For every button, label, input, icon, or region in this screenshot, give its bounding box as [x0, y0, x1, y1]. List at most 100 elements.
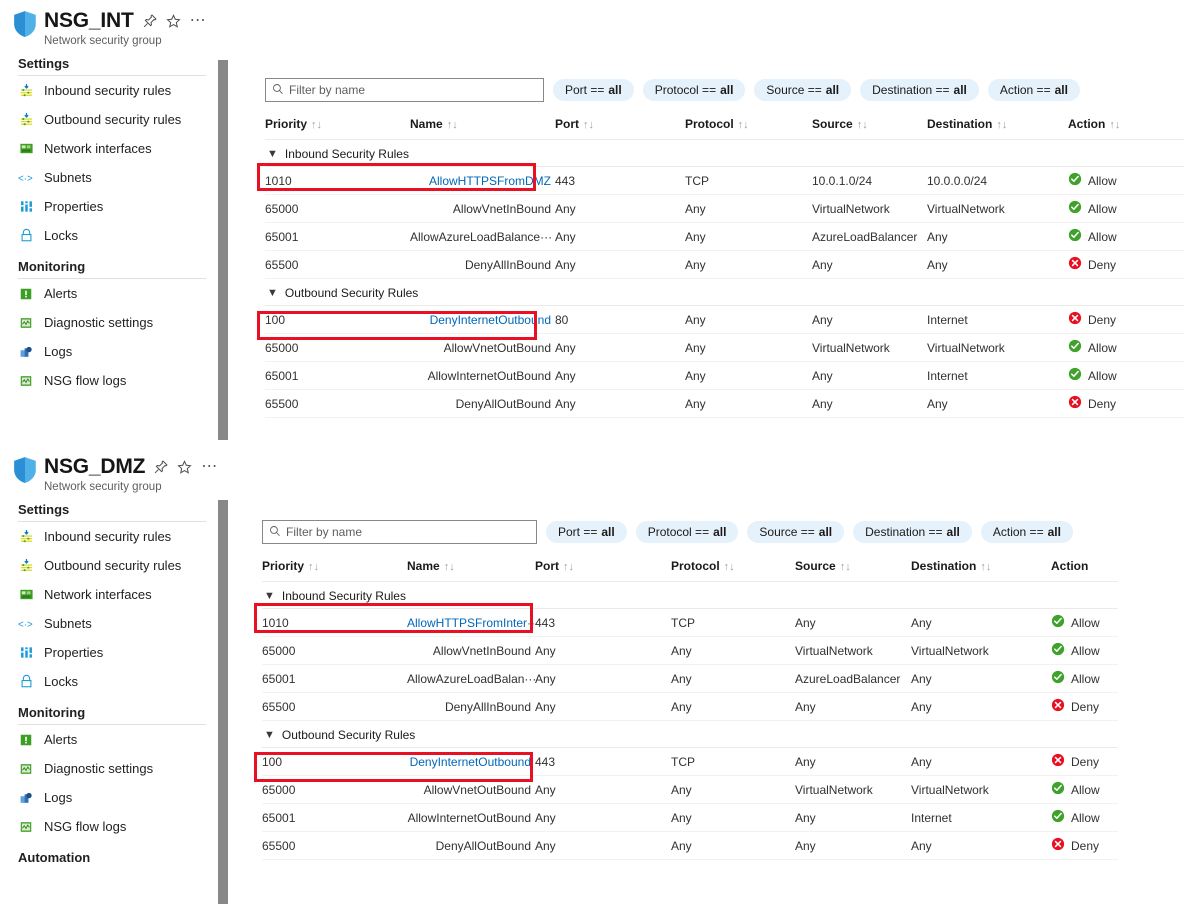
table-row[interactable]: 65000AllowVnetOutBoundAnyAnyVirtualNetwo…: [265, 334, 1184, 362]
nav-group-monitoring-nsg-int: Monitoring Alerts Diagnostic settings: [0, 250, 218, 395]
table-row[interactable]: 65000AllowVnetOutBoundAnyAnyVirtualNetwo…: [262, 776, 1118, 804]
rule-port: Any: [535, 804, 671, 832]
sidebar-item-inbound-security-rules[interactable]: Inbound security rules: [0, 76, 218, 105]
rule-name-link[interactable]: AllowHTTPSFromInter···: [407, 616, 535, 630]
rule-name-link[interactable]: DenyInternetOutbound: [410, 755, 531, 769]
filter-pill-action[interactable]: Action ==all: [988, 79, 1080, 101]
table-row[interactable]: 65001AllowAzureLoadBalance···AnyAnyAzure…: [265, 223, 1184, 251]
filter-pill-port[interactable]: Port ==all: [546, 521, 627, 543]
search-input-field[interactable]: [286, 525, 530, 539]
sidebar-item-outbound-security-rules[interactable]: Outbound security rules: [0, 105, 218, 134]
column-header-port[interactable]: Port↑↓: [555, 110, 685, 140]
sidebar-item-subnets[interactable]: <·> Subnets: [0, 609, 218, 638]
blade-vertical-scrollbar[interactable]: [218, 500, 228, 904]
table-row[interactable]: 65001AllowAzureLoadBalan···AnyAnyAzureLo…: [262, 665, 1118, 693]
column-header-port[interactable]: Port↑↓: [535, 552, 671, 582]
column-header-name[interactable]: Name↑↓: [410, 110, 555, 140]
table-row[interactable]: 1010AllowHTTPSFromDMZ443TCP10.0.1.0/2410…: [265, 167, 1184, 195]
filter-pill-protocol[interactable]: Protocol ==all: [643, 79, 746, 101]
chevron-down-icon[interactable]: ▼: [264, 729, 275, 741]
star-icon[interactable]: [177, 460, 192, 475]
column-header-destination[interactable]: Destination↑↓: [911, 552, 1051, 582]
column-header-action[interactable]: Action↑↓: [1068, 110, 1184, 140]
rule-name[interactable]: DenyInternetOutbound: [410, 306, 555, 334]
chevron-down-icon[interactable]: ▼: [264, 590, 275, 602]
column-header-action[interactable]: Action: [1051, 552, 1118, 582]
network-security-group-shield-icon: [12, 10, 38, 38]
rule-source: Any: [795, 748, 911, 776]
rule-name[interactable]: AllowHTTPSFromDMZ: [410, 167, 555, 195]
column-header-destination[interactable]: Destination↑↓: [927, 110, 1068, 140]
pin-icon[interactable]: [143, 14, 157, 28]
diagnostic-settings-icon: [18, 761, 34, 777]
table-row[interactable]: 65500DenyAllInBoundAnyAnyAnyAnyDeny: [262, 693, 1118, 721]
search-input[interactable]: [265, 78, 544, 102]
filter-pill-port[interactable]: Port ==all: [553, 79, 634, 101]
rule-action: Allow: [1051, 804, 1118, 832]
table-row[interactable]: 65500DenyAllOutBoundAnyAnyAnyAnyDeny: [262, 832, 1118, 860]
properties-icon: [18, 645, 34, 661]
table-row[interactable]: 65500DenyAllInBoundAnyAnyAnyAnyDeny: [265, 251, 1184, 279]
column-header-priority[interactable]: Priority↑↓: [265, 110, 410, 140]
rule-group-header[interactable]: ▼Outbound Security Rules: [265, 279, 1184, 306]
ellipsis-icon[interactable]: ⋯: [201, 462, 218, 472]
search-input[interactable]: [262, 520, 537, 544]
table-row[interactable]: 65500DenyAllOutBoundAnyAnyAnyAnyDeny: [265, 390, 1184, 418]
sidebar-item-properties[interactable]: Properties: [0, 638, 218, 667]
column-header-source[interactable]: Source↑↓: [795, 552, 911, 582]
sidebar-item-label: Diagnostic settings: [44, 761, 153, 776]
filter-pill-destination[interactable]: Destination ==all: [860, 79, 979, 101]
sidebar-item-inbound-security-rules[interactable]: Inbound security rules: [0, 522, 218, 551]
chevron-down-icon[interactable]: ▼: [267, 287, 278, 299]
table-row[interactable]: 65001AllowInternetOutBoundAnyAnyAnyInter…: [265, 362, 1184, 390]
deny-status-icon: [1068, 395, 1082, 412]
sidebar-item-network-interfaces[interactable]: Network interfaces: [0, 134, 218, 163]
sidebar-item-nsg-flow-logs[interactable]: NSG flow logs: [0, 366, 218, 395]
filter-pill-protocol[interactable]: Protocol ==all: [636, 521, 739, 543]
sidebar-item-properties[interactable]: Properties: [0, 192, 218, 221]
rule-destination: Internet: [927, 306, 1068, 334]
blade-vertical-scrollbar[interactable]: [218, 60, 228, 440]
sidebar-item-outbound-security-rules[interactable]: Outbound security rules: [0, 551, 218, 580]
table-row[interactable]: 65001AllowInternetOutBoundAnyAnyAnyInter…: [262, 804, 1118, 832]
rule-protocol: Any: [685, 195, 812, 223]
rule-name-link[interactable]: DenyInternetOutbound: [430, 313, 551, 327]
column-header-protocol[interactable]: Protocol↑↓: [685, 110, 812, 140]
chevron-down-icon[interactable]: ▼: [267, 148, 278, 160]
rule-name[interactable]: AllowHTTPSFromInter···: [407, 609, 535, 637]
sidebar-item-network-interfaces[interactable]: Network interfaces: [0, 580, 218, 609]
sidebar-item-locks[interactable]: Locks: [0, 667, 218, 696]
table-row[interactable]: 65000AllowVnetInBoundAnyAnyVirtualNetwor…: [262, 637, 1118, 665]
rule-group-header[interactable]: ▼Inbound Security Rules: [262, 582, 1118, 609]
column-header-protocol[interactable]: Protocol↑↓: [671, 552, 795, 582]
filter-pill-action[interactable]: Action ==all: [981, 521, 1073, 543]
sidebar-item-diagnostic-settings[interactable]: Diagnostic settings: [0, 308, 218, 337]
column-header-priority[interactable]: Priority↑↓: [262, 552, 407, 582]
sidebar-item-subnets[interactable]: <·> Subnets: [0, 163, 218, 192]
filter-pill-source[interactable]: Source ==all: [747, 521, 844, 543]
sidebar-item-alerts[interactable]: Alerts: [0, 279, 218, 308]
pin-icon[interactable]: [154, 460, 168, 474]
table-row[interactable]: 100DenyInternetOutbound80AnyAnyInternetD…: [265, 306, 1184, 334]
column-header-source[interactable]: Source↑↓: [812, 110, 927, 140]
sidebar-item-nsg-flow-logs[interactable]: NSG flow logs: [0, 812, 218, 841]
allow-status-icon: [1051, 670, 1065, 687]
rule-group-header[interactable]: ▼Outbound Security Rules: [262, 721, 1118, 748]
sidebar-item-alerts[interactable]: Alerts: [0, 725, 218, 754]
rule-group-header[interactable]: ▼Inbound Security Rules: [265, 140, 1184, 167]
search-input-field[interactable]: [289, 83, 537, 97]
sidebar-item-locks[interactable]: Locks: [0, 221, 218, 250]
sidebar-item-logs[interactable]: Logs: [0, 783, 218, 812]
column-header-name[interactable]: Name↑↓: [407, 552, 535, 582]
star-icon[interactable]: [166, 14, 181, 29]
rule-name-link[interactable]: AllowHTTPSFromDMZ: [429, 174, 551, 188]
sidebar-item-logs[interactable]: Logs: [0, 337, 218, 366]
filter-pill-source[interactable]: Source ==all: [754, 79, 851, 101]
table-row[interactable]: 65000AllowVnetInBoundAnyAnyVirtualNetwor…: [265, 195, 1184, 223]
rule-name[interactable]: DenyInternetOutbound: [407, 748, 535, 776]
filter-pill-destination[interactable]: Destination ==all: [853, 521, 972, 543]
table-row[interactable]: 100DenyInternetOutbound443TCPAnyAnyDeny: [262, 748, 1118, 776]
sidebar-item-diagnostic-settings[interactable]: Diagnostic settings: [0, 754, 218, 783]
ellipsis-icon[interactable]: ⋯: [190, 16, 207, 26]
table-row[interactable]: 1010AllowHTTPSFromInter···443TCPAnyAnyAl…: [262, 609, 1118, 637]
